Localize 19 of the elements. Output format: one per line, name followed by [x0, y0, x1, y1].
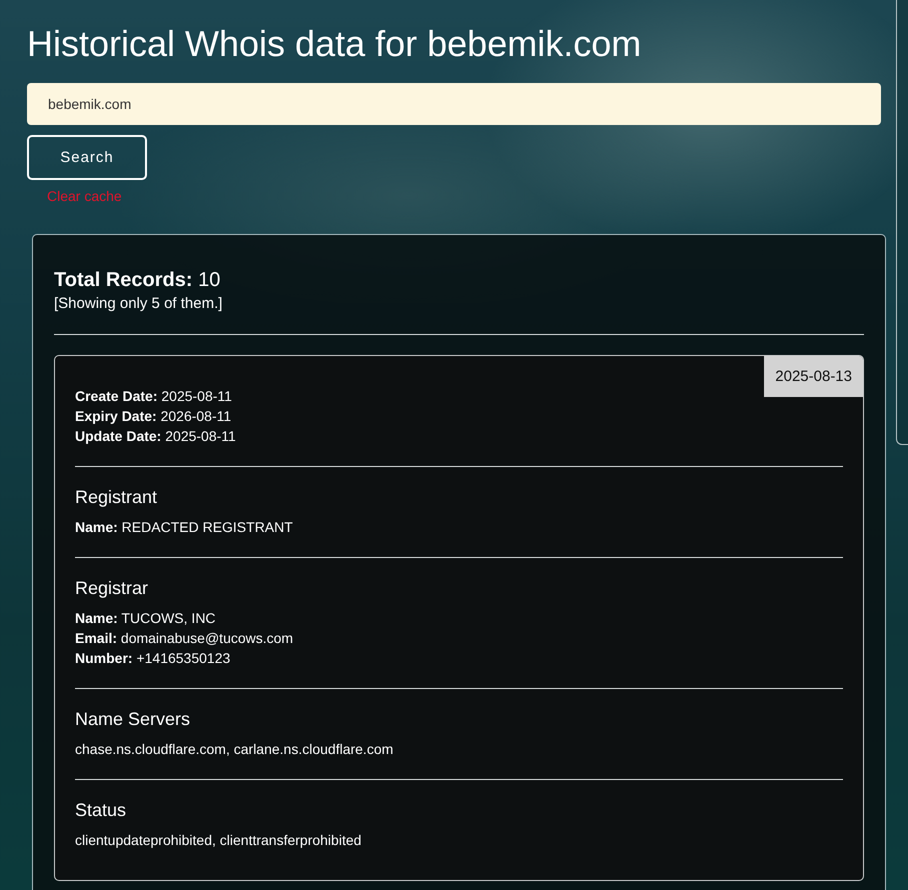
search-button[interactable]: Search — [27, 135, 147, 180]
page-title: Historical Whois data for bebemik.com — [27, 23, 642, 65]
section-heading: Registrant — [75, 486, 158, 508]
record-field: Name: TUCOWS, INC — [75, 608, 216, 628]
record-field: Number: +14165350123 — [75, 648, 230, 668]
section-heading: Name Servers — [75, 708, 190, 730]
record-field: Email: domainabuse@tucows.com — [75, 628, 294, 648]
record-field: chase.ns.cloudflare.com, carlane.ns.cloudflare.com — [75, 739, 394, 759]
search-field[interactable]: bebemik.com — [27, 83, 881, 125]
record-field: Name: REDACTED REGISTRANT — [75, 517, 293, 537]
section-heading: Status — [75, 799, 126, 821]
section-heading: Registrar — [75, 577, 148, 599]
record-field: clientupdateprohibited, clienttransferprohibited — [75, 830, 362, 850]
total-records: Total Records: 10 — [54, 268, 220, 292]
record-field: Update Date: 2025-08-11 — [75, 426, 236, 446]
records-note: [Showing only 5 of them.] — [54, 295, 222, 313]
record-field: Create Date: 2025-08-11 — [75, 386, 232, 406]
record-date-badge: 2025-08-13 — [764, 356, 863, 397]
record-field: Expiry Date: 2026-08-11 — [75, 406, 232, 426]
